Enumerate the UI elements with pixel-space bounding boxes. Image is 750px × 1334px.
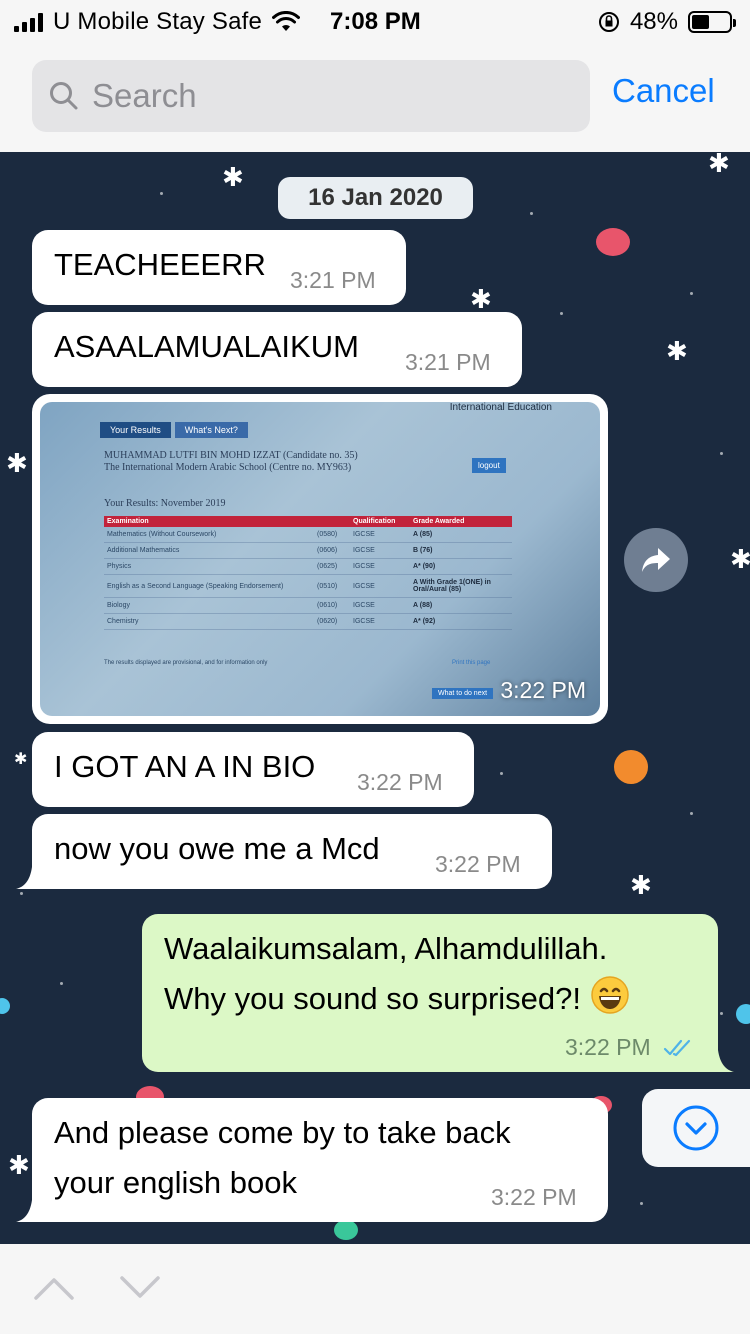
battery-percent: 48% bbox=[629, 8, 678, 35]
table-row: Mathematics (Without Coursework) (0580) IG… bbox=[104, 527, 512, 543]
message-text: I GOT AN A IN BIO bbox=[54, 749, 316, 784]
message-time: 3:21 PM bbox=[405, 349, 491, 375]
message-text: ASAALAMUALAIKUM bbox=[54, 329, 359, 364]
signal-bars-icon bbox=[14, 12, 43, 32]
status-right: 48% bbox=[598, 8, 736, 36]
logout-label: logout bbox=[472, 458, 506, 473]
message-bubble-outgoing[interactable]: Waalaikumsalam, Alhamdulillah. Why you s… bbox=[142, 914, 734, 1072]
message-bubble-incoming[interactable]: now you owe me a Mcd 3:22 PM bbox=[16, 814, 552, 889]
message-text: TEACHEEERR bbox=[54, 247, 266, 282]
planet-decoration bbox=[0, 998, 10, 1014]
star-icon: ✱ bbox=[630, 870, 652, 900]
message-time: 3:22 PM bbox=[357, 769, 443, 795]
bubble-tail bbox=[718, 1050, 734, 1072]
scroll-to-bottom-button[interactable] bbox=[642, 1089, 750, 1167]
results-title: Your Results: November 2019 bbox=[104, 498, 226, 509]
exam-results-photo[interactable]: International Education Your Results Wha… bbox=[40, 402, 600, 716]
previous-result-button[interactable] bbox=[32, 1270, 76, 1306]
message-time: 3:22 PM bbox=[435, 851, 521, 877]
planet-decoration bbox=[334, 1220, 358, 1240]
message-time: 3:21 PM bbox=[290, 267, 376, 293]
message-text-line: Why you sound so surprised?! bbox=[164, 981, 581, 1016]
message-bubble-incoming[interactable]: And please come by to take back your eng… bbox=[16, 1098, 608, 1222]
search-header: Cancel bbox=[0, 42, 750, 152]
search-input[interactable] bbox=[92, 77, 572, 115]
results-table: Examination Qualification Grade Awarded … bbox=[104, 516, 512, 630]
forward-arrow-icon bbox=[642, 548, 670, 572]
message-time-text: 3:22 PM bbox=[565, 1034, 651, 1060]
cancel-button[interactable]: Cancel bbox=[612, 72, 715, 110]
doc-footnote: The results displayed are provisional, a… bbox=[104, 660, 268, 666]
doc-header: International Education bbox=[449, 402, 552, 413]
message-bubble-incoming[interactable]: TEACHEEERR 3:21 PM bbox=[32, 230, 406, 305]
read-receipt-icon bbox=[663, 1039, 691, 1057]
carrier-name: U Mobile Stay Safe bbox=[53, 8, 263, 35]
message-time: 3:22 PM bbox=[491, 1184, 577, 1210]
star-icon: ✱ bbox=[6, 448, 28, 478]
next-result-button[interactable] bbox=[118, 1270, 162, 1306]
doc-tab: Your Results bbox=[100, 422, 171, 438]
planet-decoration bbox=[614, 750, 648, 784]
star-icon: ✱ bbox=[730, 544, 750, 574]
message-bubble-incoming[interactable]: ASAALAMUALAIKUM 3:21 PM bbox=[32, 312, 522, 387]
grinning-face-icon bbox=[590, 976, 629, 1014]
orientation-lock-icon bbox=[598, 12, 619, 32]
chevron-down-icon bbox=[120, 1276, 160, 1298]
table-row: Chemistry (0620) IGCSE A* (92) bbox=[104, 613, 512, 630]
forward-button[interactable] bbox=[624, 528, 688, 592]
message-bubble-incoming[interactable]: I GOT AN A IN BIO 3:22 PM bbox=[32, 732, 474, 807]
table-row: Physics (0625) IGCSE A* (90) bbox=[104, 558, 512, 575]
chevron-down-circle-icon bbox=[673, 1105, 719, 1151]
school-name: The International Modern Arabic School (… bbox=[104, 462, 352, 473]
message-time: 3:22 PM bbox=[565, 1034, 695, 1061]
col-header bbox=[314, 516, 350, 527]
table-row: English as a Second Language (Speaking E… bbox=[104, 574, 512, 598]
search-nav-bar bbox=[0, 1244, 750, 1334]
star-icon: ✱ bbox=[470, 284, 492, 314]
star-icon: ✱ bbox=[666, 336, 688, 366]
wifi-icon bbox=[272, 11, 301, 31]
bubble-tail bbox=[16, 867, 32, 889]
battery-icon bbox=[688, 11, 736, 33]
col-header: Qualification bbox=[350, 516, 410, 527]
col-header: Grade Awarded bbox=[410, 516, 512, 527]
star-icon: ✱ bbox=[8, 1150, 30, 1180]
doc-tabs: Your Results What's Next? bbox=[100, 422, 248, 438]
message-text: Waalaikumsalam, Alhamdulillah. bbox=[164, 931, 608, 966]
status-bar: U Mobile Stay Safe 7:08 PM 48% bbox=[0, 0, 750, 42]
status-time: 7:08 PM bbox=[330, 8, 421, 35]
chevron-up-icon bbox=[34, 1278, 74, 1300]
candidate-name: MUHAMMAD LUTFI BIN MOHD IZZAT (Candidate… bbox=[104, 450, 358, 461]
star-icon: ✱ bbox=[14, 751, 28, 768]
star-icon: ✱ bbox=[222, 162, 244, 192]
doc-what-next: What to do next bbox=[432, 688, 494, 699]
planet-decoration bbox=[596, 228, 630, 256]
bubble-tail bbox=[16, 1200, 32, 1222]
status-left: U Mobile Stay Safe bbox=[14, 8, 301, 36]
message-text: now you owe me a Mcd bbox=[54, 831, 380, 866]
message-text: And please come by to take back bbox=[54, 1115, 511, 1150]
table-row: Additional Mathematics (0606) IGCSE B (76) bbox=[104, 542, 512, 559]
date-separator: 16 Jan 2020 bbox=[278, 177, 473, 219]
search-icon bbox=[50, 82, 78, 110]
col-header: Examination bbox=[104, 516, 314, 527]
table-row: Biology (0610) IGCSE A (88) bbox=[104, 597, 512, 614]
search-box[interactable] bbox=[32, 60, 590, 132]
star-icon: ✱ bbox=[708, 152, 730, 178]
message-text: your english book bbox=[54, 1165, 297, 1200]
image-message[interactable]: International Education Your Results Wha… bbox=[32, 394, 608, 724]
chat-area[interactable]: ✱ ✱ ✱ ✱ ✱ ✱ ✱ ✱ ✱ 16 Jan 2020 TEACHEEERR… bbox=[0, 152, 750, 1244]
doc-print-link: Print this page bbox=[452, 660, 491, 666]
message-text: Why you sound so surprised?! bbox=[164, 974, 630, 1024]
planet-decoration bbox=[736, 1004, 750, 1024]
message-time: 3:22 PM bbox=[500, 677, 586, 703]
battery-fill bbox=[692, 15, 710, 29]
results-document: International Education Your Results Wha… bbox=[52, 402, 592, 710]
doc-tab: What's Next? bbox=[174, 422, 248, 438]
